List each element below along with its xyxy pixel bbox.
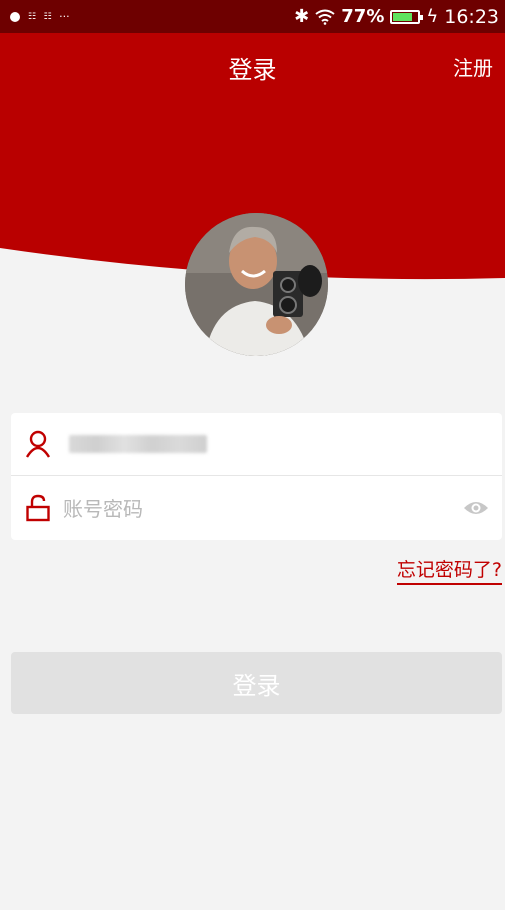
battery-icon bbox=[390, 9, 424, 24]
lock-icon bbox=[26, 494, 50, 522]
password-row[interactable] bbox=[11, 477, 502, 540]
username-field[interactable] bbox=[69, 435, 207, 453]
register-link[interactable]: 注册 bbox=[453, 52, 493, 81]
password-field[interactable] bbox=[63, 492, 443, 526]
app-notification-icon bbox=[10, 11, 20, 22]
status-time: 16:23 bbox=[444, 5, 499, 28]
forgot-password-link[interactable]: 忘记密码了? bbox=[396, 555, 502, 585]
login-form bbox=[11, 413, 502, 540]
status-system: ✱ 77% ϟ 16:23 bbox=[294, 6, 499, 28]
page-title: 登录 bbox=[228, 56, 277, 84]
more-notifications-icon: ··· bbox=[59, 10, 70, 23]
avatar-photo bbox=[185, 213, 328, 356]
notification-icon-1: ☷ bbox=[28, 11, 36, 22]
bluetooth-icon: ✱ bbox=[294, 6, 310, 27]
avatar[interactable] bbox=[185, 213, 328, 356]
eye-icon[interactable] bbox=[463, 499, 489, 517]
user-icon bbox=[25, 430, 51, 458]
wifi-icon bbox=[315, 9, 335, 25]
charging-icon: ϟ bbox=[426, 6, 439, 27]
notification-icon-2: ☷ bbox=[43, 11, 52, 22]
login-button[interactable]: 登录 bbox=[11, 652, 502, 714]
status-notifications: ☷ ☷ ··· bbox=[10, 10, 70, 23]
battery-percent: 77% bbox=[341, 6, 385, 27]
status-bar: ☷ ☷ ··· ✱ 77% ϟ 16:23 bbox=[0, 0, 505, 33]
username-row[interactable] bbox=[11, 413, 502, 476]
